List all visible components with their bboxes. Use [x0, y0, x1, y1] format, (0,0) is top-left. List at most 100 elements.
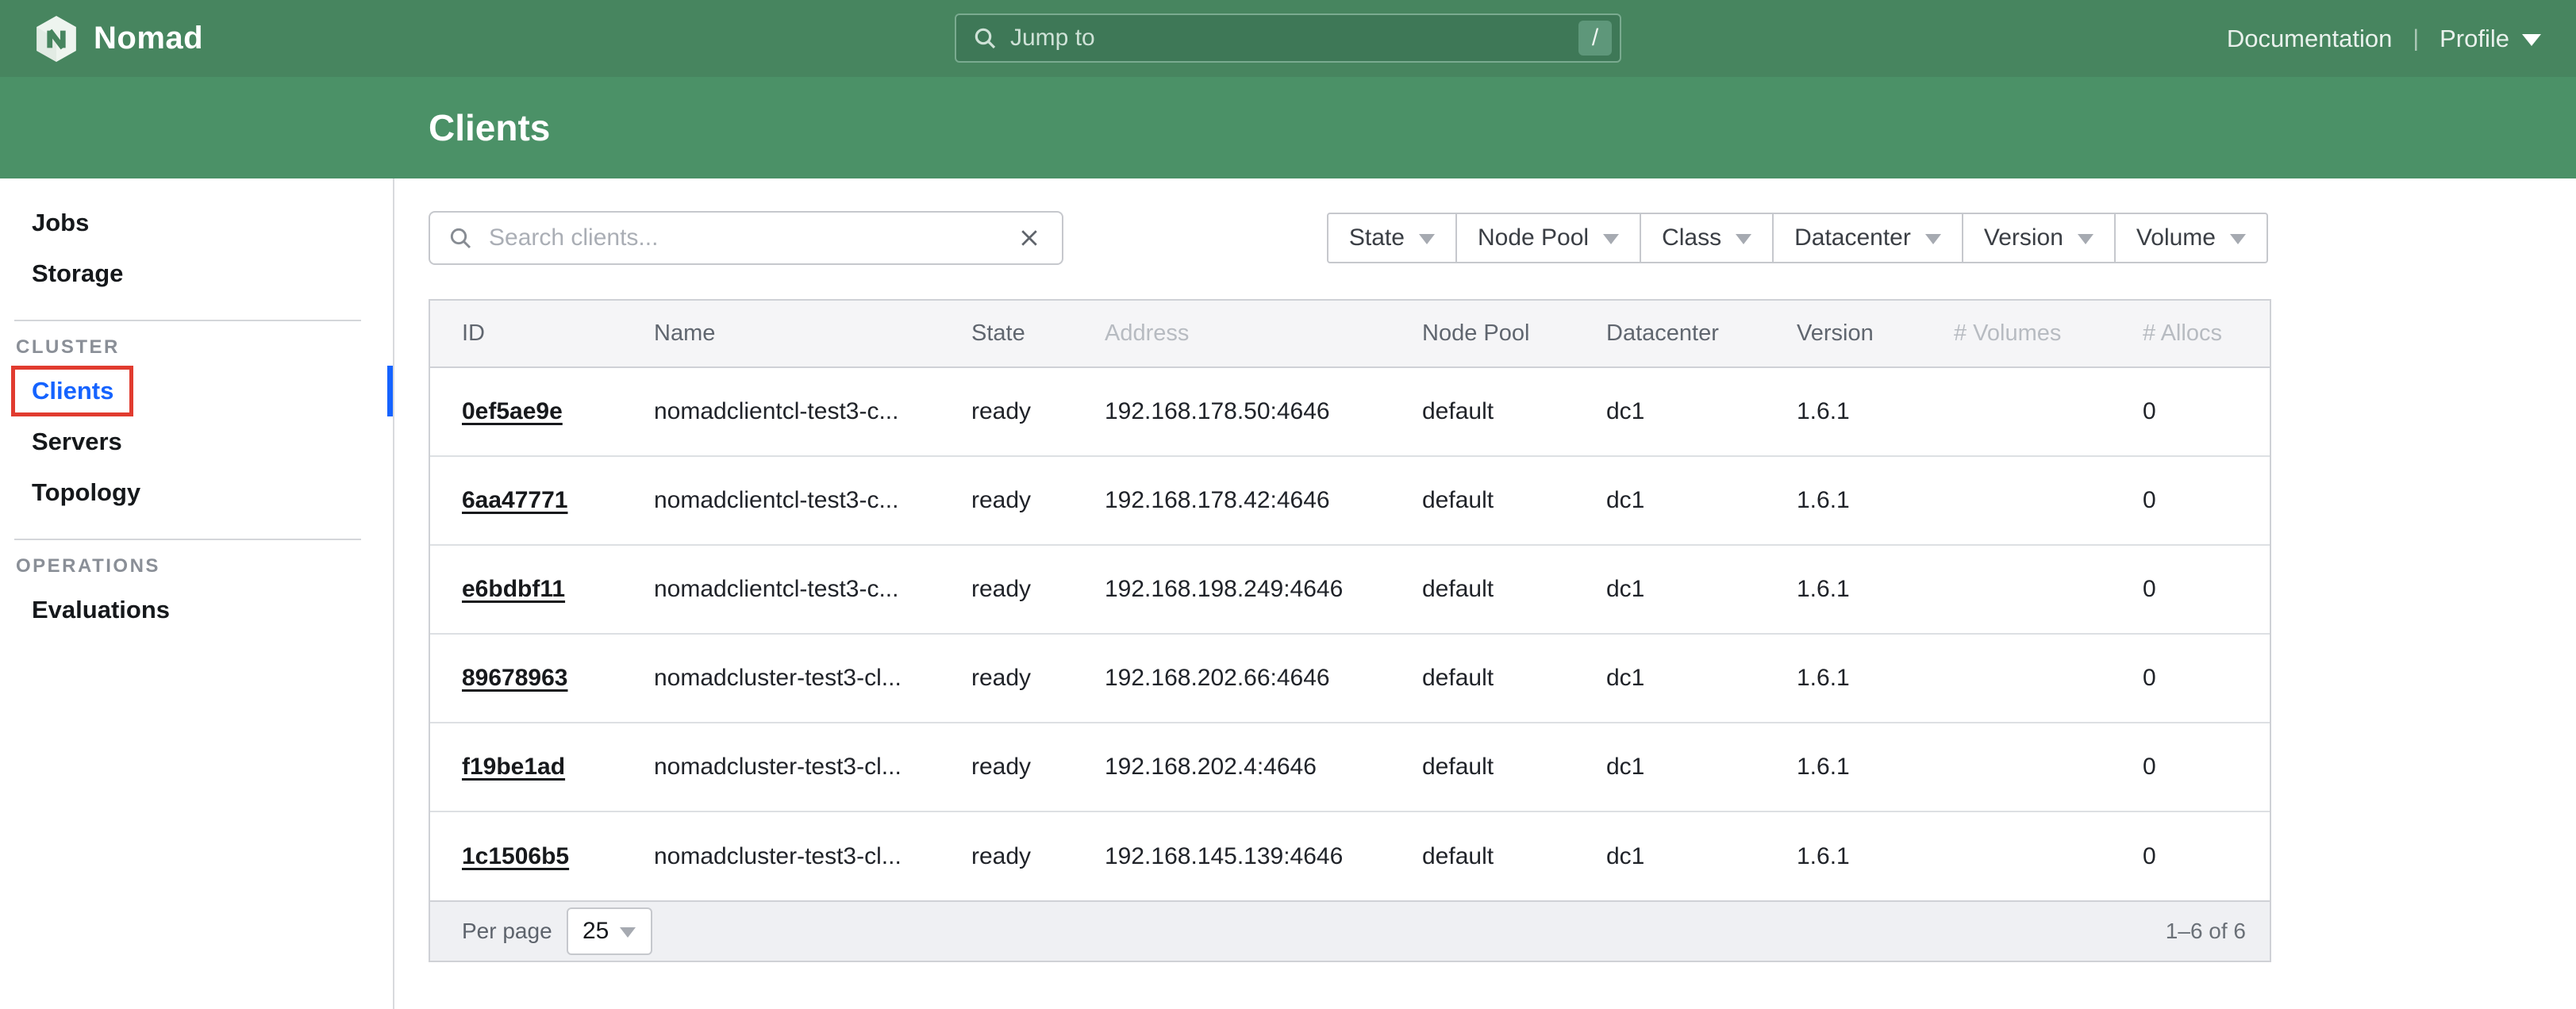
chevron-down-icon — [1419, 234, 1435, 244]
table-row[interactable]: 6aa47771 nomadclientcl-test3-c... ready … — [430, 456, 2270, 545]
close-icon[interactable] — [1014, 223, 1044, 253]
sidebar-item-evaluations[interactable]: Evaluations — [0, 585, 393, 635]
sidebar-divider — [14, 539, 361, 540]
sidebar-item-servers[interactable]: Servers — [0, 416, 393, 467]
client-version-cell: 1.6.1 — [1797, 456, 1954, 545]
client-node-pool-cell: default — [1422, 545, 1606, 634]
column-header-volumes[interactable]: # Volumes — [1954, 301, 2143, 367]
client-name-cell: nomadcluster-test3-cl... — [654, 723, 971, 811]
column-header-name[interactable]: Name — [654, 301, 971, 367]
client-version-cell: 1.6.1 — [1797, 634, 1954, 723]
client-allocs-cell: 0 — [2143, 545, 2270, 634]
filter-version[interactable]: Version — [1962, 213, 2116, 263]
client-volumes-cell — [1954, 723, 2143, 811]
nomad-brand[interactable]: Nomad — [35, 16, 203, 62]
client-volumes-cell — [1954, 456, 2143, 545]
client-id-link[interactable]: 89678963 — [462, 665, 567, 691]
client-datacenter-cell: dc1 — [1606, 367, 1797, 456]
client-node-pool-cell: default — [1422, 634, 1606, 723]
client-datacenter-cell: dc1 — [1606, 723, 1797, 811]
column-header-address[interactable]: Address — [1105, 301, 1422, 367]
table-header-row: IDNameStateAddressNode PoolDatacenterVer… — [430, 301, 2270, 367]
chevron-down-icon — [1736, 234, 1751, 244]
profile-label: Profile — [2440, 25, 2509, 53]
sidebar-item-clients[interactable]: Clients — [0, 366, 393, 416]
table-row[interactable]: e6bdbf11 nomadclientcl-test3-c... ready … — [430, 545, 2270, 634]
keyboard-shortcut-badge: / — [1578, 21, 1612, 56]
profile-menu[interactable]: Profile — [2440, 25, 2541, 53]
client-address-cell: 192.168.198.249:4646 — [1105, 545, 1422, 634]
client-id-link[interactable]: e6bdbf11 — [462, 576, 565, 602]
topbar-divider: | — [2413, 25, 2419, 52]
sidebar-divider — [14, 320, 361, 321]
documentation-link[interactable]: Documentation — [2227, 25, 2393, 53]
client-id-link[interactable]: 6aa47771 — [462, 487, 567, 513]
column-header-node-pool[interactable]: Node Pool — [1422, 301, 1606, 367]
client-version-cell: 1.6.1 — [1797, 367, 1954, 456]
nomad-logo-icon — [35, 16, 78, 62]
client-id-link[interactable]: 1c1506b5 — [462, 843, 569, 869]
active-item-indicator — [387, 366, 393, 416]
client-state-cell: ready — [971, 456, 1105, 545]
client-address-cell: 192.168.202.66:4646 — [1105, 634, 1422, 723]
sidebar-item-storage[interactable]: Storage — [0, 248, 393, 299]
client-name-cell: nomadclientcl-test3-c... — [654, 456, 971, 545]
column-header-state[interactable]: State — [971, 301, 1105, 367]
topbar-links: Documentation | Profile — [2227, 25, 2541, 53]
column-header-allocs[interactable]: # Allocs — [2143, 301, 2270, 367]
clients-table: IDNameStateAddressNode PoolDatacenterVer… — [429, 299, 2271, 962]
sidebar: Jobs Storage CLUSTER Clients Servers Top… — [0, 178, 394, 1009]
client-address-cell: 192.168.202.4:4646 — [1105, 723, 1422, 811]
column-header-version[interactable]: Version — [1797, 301, 1954, 367]
sidebar-item-jobs[interactable]: Jobs — [0, 198, 393, 248]
client-id-link[interactable]: f19be1ad — [462, 754, 565, 780]
client-volumes-cell — [1954, 811, 2143, 900]
filter-node-pool[interactable]: Node Pool — [1455, 213, 1641, 263]
table-row[interactable]: 1c1506b5 nomadcluster-test3-cl... ready … — [430, 811, 2270, 900]
client-node-pool-cell: default — [1422, 811, 1606, 900]
chevron-down-icon — [1925, 234, 1941, 244]
client-state-cell: ready — [971, 723, 1105, 811]
client-state-cell: ready — [971, 634, 1105, 723]
jump-to-search[interactable]: / — [955, 13, 1621, 63]
brand-title: Nomad — [94, 21, 203, 56]
table-row[interactable]: 0ef5ae9e nomadclientcl-test3-c... ready … — [430, 367, 2270, 456]
client-volumes-cell — [1954, 545, 2143, 634]
client-id-link[interactable]: 0ef5ae9e — [462, 398, 563, 424]
client-datacenter-cell: dc1 — [1606, 545, 1797, 634]
column-header-datacenter[interactable]: Datacenter — [1606, 301, 1797, 367]
sidebar-section-operations: OPERATIONS — [16, 554, 393, 578]
sidebar-section-cluster: CLUSTER — [16, 336, 393, 359]
client-state-cell: ready — [971, 811, 1105, 900]
client-datacenter-cell: dc1 — [1606, 456, 1797, 545]
clients-search-input[interactable] — [487, 224, 1009, 252]
client-volumes-cell — [1954, 634, 2143, 723]
filter-datacenter[interactable]: Datacenter — [1772, 213, 1963, 263]
client-allocs-cell: 0 — [2143, 723, 2270, 811]
page-header: Clients — [0, 77, 2576, 178]
top-navigation-bar: Nomad / Documentation | Profile — [0, 0, 2576, 77]
filter-state[interactable]: State — [1327, 213, 1457, 263]
main-content: State Node Pool Class Datacenter Version… — [394, 178, 2576, 1009]
client-allocs-cell: 0 — [2143, 367, 2270, 456]
sidebar-item-topology[interactable]: Topology — [0, 467, 393, 518]
per-page-label: Per page — [462, 919, 552, 944]
table-row[interactable]: f19be1ad nomadcluster-test3-cl... ready … — [430, 723, 2270, 811]
search-icon — [448, 225, 473, 251]
client-address-cell: 192.168.178.42:4646 — [1105, 456, 1422, 545]
filter-volume[interactable]: Volume — [2114, 213, 2268, 263]
per-page-select[interactable]: 25 — [567, 907, 652, 955]
clients-search-box[interactable] — [429, 211, 1063, 265]
filter-class[interactable]: Class — [1640, 213, 1774, 263]
client-address-cell: 192.168.178.50:4646 — [1105, 367, 1422, 456]
page-title: Clients — [429, 106, 550, 149]
column-header-id[interactable]: ID — [430, 301, 654, 367]
jump-to-input[interactable] — [1009, 24, 1578, 52]
chevron-down-icon — [620, 927, 636, 938]
table-row[interactable]: 89678963 nomadcluster-test3-cl... ready … — [430, 634, 2270, 723]
client-allocs-cell: 0 — [2143, 811, 2270, 900]
client-name-cell: nomadclientcl-test3-c... — [654, 545, 971, 634]
client-node-pool-cell: default — [1422, 367, 1606, 456]
client-datacenter-cell: dc1 — [1606, 811, 1797, 900]
search-icon — [972, 25, 998, 51]
